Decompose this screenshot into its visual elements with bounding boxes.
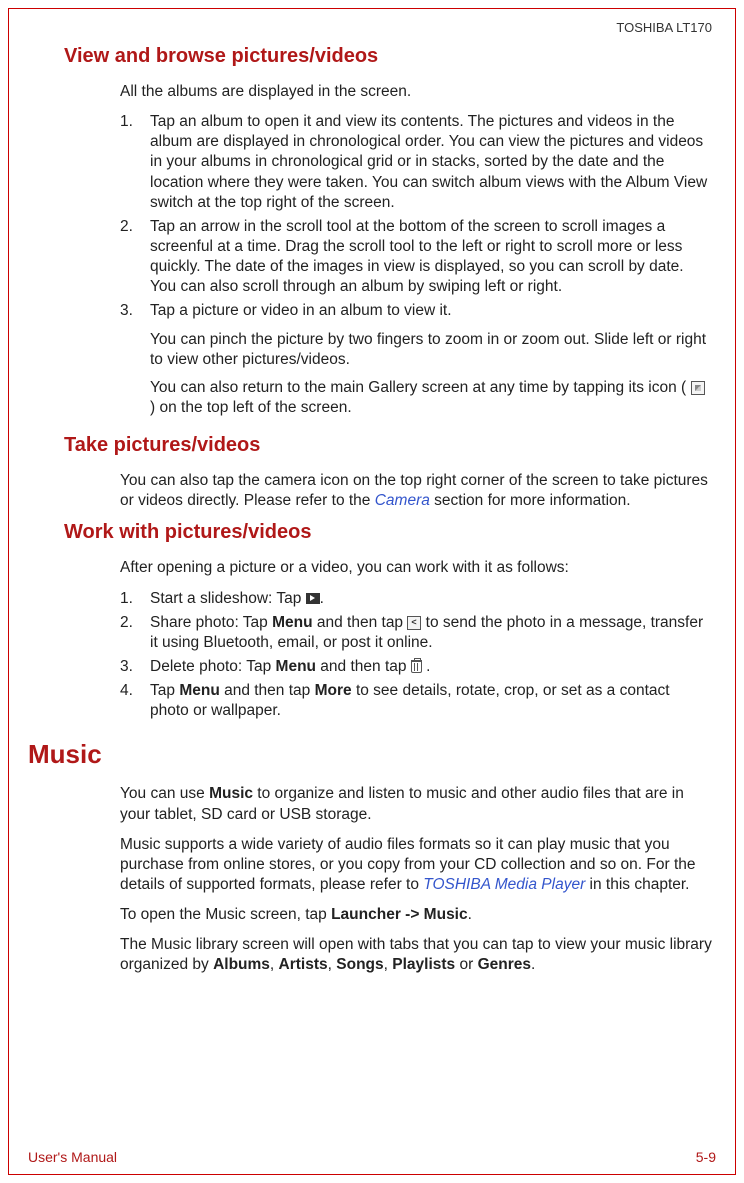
text-fragment: To open the Music screen, tap <box>120 906 331 923</box>
list-text: Tap a picture or video in an album to vi… <box>150 301 712 426</box>
s4-p2: Music supports a wide variety of audio f… <box>120 835 712 895</box>
list-text: Tap an arrow in the scroll tool at the b… <box>150 217 712 298</box>
para: You can also return to the main Gallery … <box>150 378 712 418</box>
s3-list: 1. Start a slideshow: Tap . 2. Share pho… <box>120 589 712 722</box>
list-number: 1. <box>120 589 150 609</box>
list-number: 4. <box>120 681 150 721</box>
text-fragment: , <box>328 956 337 973</box>
text-fragment: and then tap <box>313 614 408 631</box>
text-fragment: Delete photo: Tap <box>150 658 276 675</box>
link-media-player[interactable]: TOSHIBA Media Player <box>423 876 585 893</box>
text-fragment: in this chapter. <box>585 876 689 893</box>
trash-icon <box>411 660 422 673</box>
page-content: TOSHIBA LT170 View and browse pictures/v… <box>8 8 736 1175</box>
list-number: 2. <box>120 613 150 653</box>
footer: User's Manual 5-9 <box>28 1149 716 1165</box>
share-icon <box>407 616 421 630</box>
text-fragment: section for more information. <box>430 492 631 509</box>
s4-p4: The Music library screen will open with … <box>120 935 712 975</box>
text-fragment: , <box>384 956 393 973</box>
text-fragment: , <box>270 956 279 973</box>
heading-work-with: Work with pictures/videos <box>64 521 716 544</box>
s2-text: You can also tap the camera icon on the … <box>120 471 712 511</box>
text-fragment: Start a slideshow: Tap <box>150 590 306 607</box>
header-product-label: TOSHIBA LT170 <box>28 20 716 35</box>
list-number: 2. <box>120 217 150 298</box>
bold-text: Music <box>209 785 253 802</box>
list-item: 3. Tap a picture or video in an album to… <box>120 301 712 426</box>
text-fragment: You can use <box>120 785 209 802</box>
text-fragment: . <box>468 906 472 923</box>
text-fragment: . <box>422 658 431 675</box>
list-item: 4. Tap Menu and then tap More to see det… <box>120 681 712 721</box>
bold-text: Menu <box>272 614 312 631</box>
list-number: 3. <box>120 657 150 677</box>
s4-p3: To open the Music screen, tap Launcher -… <box>120 905 712 925</box>
list-number: 1. <box>120 112 150 213</box>
list-text: Tap Menu and then tap More to see detail… <box>150 681 712 721</box>
text-fragment: and then tap <box>220 682 315 699</box>
list-text: Share photo: Tap Menu and then tap to se… <box>150 613 712 653</box>
bold-text: Launcher -> Music <box>331 906 468 923</box>
heading-view-browse: View and browse pictures/videos <box>64 45 716 68</box>
bold-text: Albums <box>213 956 270 973</box>
text-fragment: Share photo: Tap <box>150 614 272 631</box>
bold-text: Playlists <box>392 956 455 973</box>
bold-text: Menu <box>179 682 219 699</box>
bold-text: Songs <box>336 956 383 973</box>
list-item: 3. Delete photo: Tap Menu and then tap . <box>120 657 712 677</box>
list-item: 2. Share photo: Tap Menu and then tap to… <box>120 613 712 653</box>
text-fragment: Tap <box>150 682 179 699</box>
footer-page-number: 5-9 <box>696 1149 716 1165</box>
text-fragment: You can also return to the main Gallery … <box>150 379 691 396</box>
text-fragment: and then tap <box>316 658 411 675</box>
gallery-icon <box>691 381 705 395</box>
para: Tap a picture or video in an album to vi… <box>150 301 712 321</box>
s3-intro: After opening a picture or a video, you … <box>120 558 712 578</box>
text-fragment: . <box>531 956 535 973</box>
para: You can pinch the picture by two fingers… <box>150 330 712 370</box>
list-item: 1. Start a slideshow: Tap . <box>120 589 712 609</box>
bold-text: Artists <box>279 956 328 973</box>
link-camera[interactable]: Camera <box>375 492 430 509</box>
slideshow-icon <box>306 593 320 604</box>
heading-take-pictures: Take pictures/videos <box>64 434 716 457</box>
list-text: Start a slideshow: Tap . <box>150 589 712 609</box>
bold-text: Menu <box>276 658 316 675</box>
text-fragment: or <box>455 956 477 973</box>
list-text: Tap an album to open it and view its con… <box>150 112 712 213</box>
bold-text: More <box>315 682 352 699</box>
list-item: 2. Tap an arrow in the scroll tool at th… <box>120 217 712 298</box>
bold-text: Genres <box>478 956 531 973</box>
footer-left: User's Manual <box>28 1149 117 1165</box>
heading-music: Music <box>28 739 716 770</box>
list-item: 1. Tap an album to open it and view its … <box>120 112 712 213</box>
s4-p1: You can use Music to organize and listen… <box>120 784 712 824</box>
s1-list: 1. Tap an album to open it and view its … <box>120 112 712 426</box>
list-text: Delete photo: Tap Menu and then tap . <box>150 657 712 677</box>
s1-intro: All the albums are displayed in the scre… <box>120 82 712 102</box>
list-number: 3. <box>120 301 150 426</box>
text-fragment: ) on the top left of the screen. <box>150 399 352 416</box>
text-fragment: . <box>320 590 324 607</box>
